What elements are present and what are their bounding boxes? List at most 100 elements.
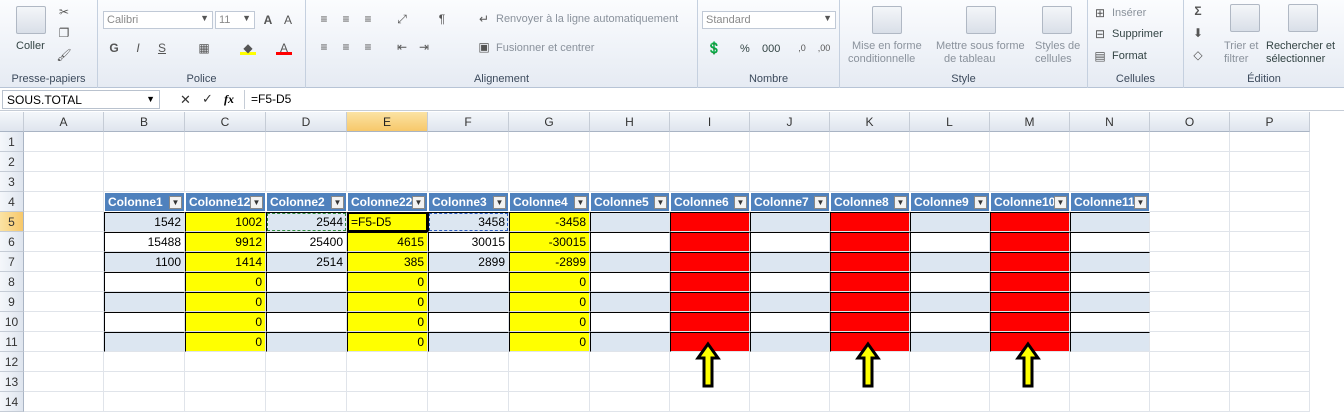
grid-cell[interactable] — [990, 132, 1070, 152]
table-header-cell[interactable]: Colonne3 ▼ — [428, 192, 509, 212]
table-cell[interactable]: 0 — [509, 312, 590, 332]
grid-cell[interactable] — [185, 352, 266, 372]
row-header-9[interactable]: 9 — [0, 292, 24, 312]
table-cell[interactable] — [910, 292, 990, 312]
table-cell[interactable]: 0 — [347, 272, 428, 292]
grid-cell[interactable] — [1150, 212, 1230, 232]
table-cell[interactable] — [266, 292, 347, 312]
row-header-6[interactable]: 6 — [0, 232, 24, 252]
grid-cell[interactable] — [750, 172, 830, 192]
grid-cell[interactable] — [24, 312, 104, 332]
paste-icon[interactable] — [16, 6, 46, 34]
column-header-b[interactable]: B — [104, 112, 185, 132]
column-header-f[interactable]: F — [428, 112, 509, 132]
find-select-line1[interactable]: Rechercher et — [1266, 40, 1335, 52]
table-cell[interactable] — [590, 292, 670, 312]
grid-cell[interactable] — [1070, 392, 1150, 412]
row-header-4[interactable]: 4 — [0, 192, 24, 212]
grid-cell[interactable] — [1230, 272, 1310, 292]
table-cell[interactable] — [830, 312, 910, 332]
filter-dropdown-icon[interactable]: ▼ — [493, 196, 506, 209]
grid-cell[interactable] — [1150, 172, 1230, 192]
grid-cell[interactable] — [185, 172, 266, 192]
grid-cell[interactable] — [266, 172, 347, 192]
column-header-h[interactable]: H — [590, 112, 670, 132]
table-cell[interactable] — [750, 212, 830, 232]
grid-cell[interactable] — [185, 152, 266, 172]
table-cell[interactable] — [990, 312, 1070, 332]
autosum-icon[interactable]: Σ — [1190, 4, 1206, 18]
grid-cell[interactable] — [509, 372, 590, 392]
grid-cell[interactable] — [347, 352, 428, 372]
align-bottom-icon[interactable]: ≡ — [360, 12, 376, 26]
column-header-p[interactable]: P — [1230, 112, 1310, 132]
table-cell[interactable] — [670, 252, 750, 272]
row-header-11[interactable]: 11 — [0, 332, 24, 352]
grid-cell[interactable] — [1150, 192, 1230, 212]
table-cell[interactable]: 2899 — [428, 252, 509, 272]
grid-cell[interactable] — [750, 152, 830, 172]
row-header-8[interactable]: 8 — [0, 272, 24, 292]
table-cell[interactable] — [1070, 252, 1150, 272]
grid-cell[interactable] — [670, 172, 750, 192]
fill-icon[interactable]: ⬇ — [1190, 26, 1206, 40]
enter-icon[interactable]: ✓ — [202, 91, 213, 107]
font-color-icon[interactable]: A — [276, 41, 292, 55]
cell-styles-icon[interactable] — [1042, 6, 1072, 34]
format-as-table-icon[interactable] — [966, 6, 996, 34]
column-header-n[interactable]: N — [1070, 112, 1150, 132]
table-cell[interactable] — [590, 272, 670, 292]
borders-icon[interactable]: ▦ — [196, 41, 212, 55]
table-cell[interactable]: -3458 — [509, 212, 590, 232]
grid-cell[interactable] — [266, 392, 347, 412]
filter-dropdown-icon[interactable]: ▼ — [894, 196, 907, 209]
grid-cell[interactable] — [24, 172, 104, 192]
grid-cell[interactable] — [266, 132, 347, 152]
decrease-indent-icon[interactable]: ⇤ — [394, 40, 410, 54]
grid-cell[interactable] — [24, 132, 104, 152]
table-cell[interactable]: 385 — [347, 252, 428, 272]
grid-cell[interactable] — [24, 212, 104, 232]
table-cell[interactable] — [670, 292, 750, 312]
number-format-select[interactable]: Standard ▼ — [702, 11, 836, 29]
table-cell[interactable] — [590, 332, 670, 352]
grid-cell[interactable] — [347, 172, 428, 192]
table-cell[interactable] — [428, 312, 509, 332]
grid-cell[interactable] — [590, 352, 670, 372]
filter-dropdown-icon[interactable]: ▼ — [1054, 196, 1067, 209]
column-header-i[interactable]: I — [670, 112, 750, 132]
grid-cell[interactable] — [347, 132, 428, 152]
table-cell[interactable] — [910, 332, 990, 352]
table-cell[interactable]: 0 — [509, 272, 590, 292]
grid-cell[interactable] — [750, 372, 830, 392]
grid-cell[interactable] — [910, 132, 990, 152]
table-cell[interactable] — [750, 292, 830, 312]
table-cell[interactable] — [750, 312, 830, 332]
grid-cell[interactable] — [185, 132, 266, 152]
grid-cell[interactable] — [750, 132, 830, 152]
grid-cell[interactable] — [24, 252, 104, 272]
table-cell[interactable]: 0 — [185, 312, 266, 332]
format-as-table-line1[interactable]: Mettre sous forme — [936, 40, 1025, 52]
table-cell[interactable] — [590, 212, 670, 232]
table-cell[interactable] — [670, 312, 750, 332]
grid-cell[interactable] — [1150, 332, 1230, 352]
grid-cell[interactable] — [990, 172, 1070, 192]
grid-cell[interactable] — [990, 152, 1070, 172]
grid-cell[interactable] — [509, 132, 590, 152]
grid-cell[interactable] — [670, 392, 750, 412]
filter-dropdown-icon[interactable]: ▼ — [169, 196, 182, 209]
table-cell[interactable] — [266, 312, 347, 332]
table-cell[interactable] — [910, 312, 990, 332]
row-header-5[interactable]: 5 — [0, 212, 24, 232]
table-cell[interactable] — [1070, 212, 1150, 232]
paste-button[interactable]: Coller — [16, 40, 45, 52]
grid-cell[interactable] — [990, 372, 1070, 392]
table-cell[interactable]: -2899 — [509, 252, 590, 272]
grid-cell[interactable] — [185, 392, 266, 412]
filter-dropdown-icon[interactable]: ▼ — [974, 196, 987, 209]
table-cell[interactable] — [428, 292, 509, 312]
grid-cell[interactable] — [104, 372, 185, 392]
underline-icon[interactable]: S — [154, 41, 170, 55]
merge-center-button[interactable]: Fusionner et centrer — [496, 42, 594, 54]
